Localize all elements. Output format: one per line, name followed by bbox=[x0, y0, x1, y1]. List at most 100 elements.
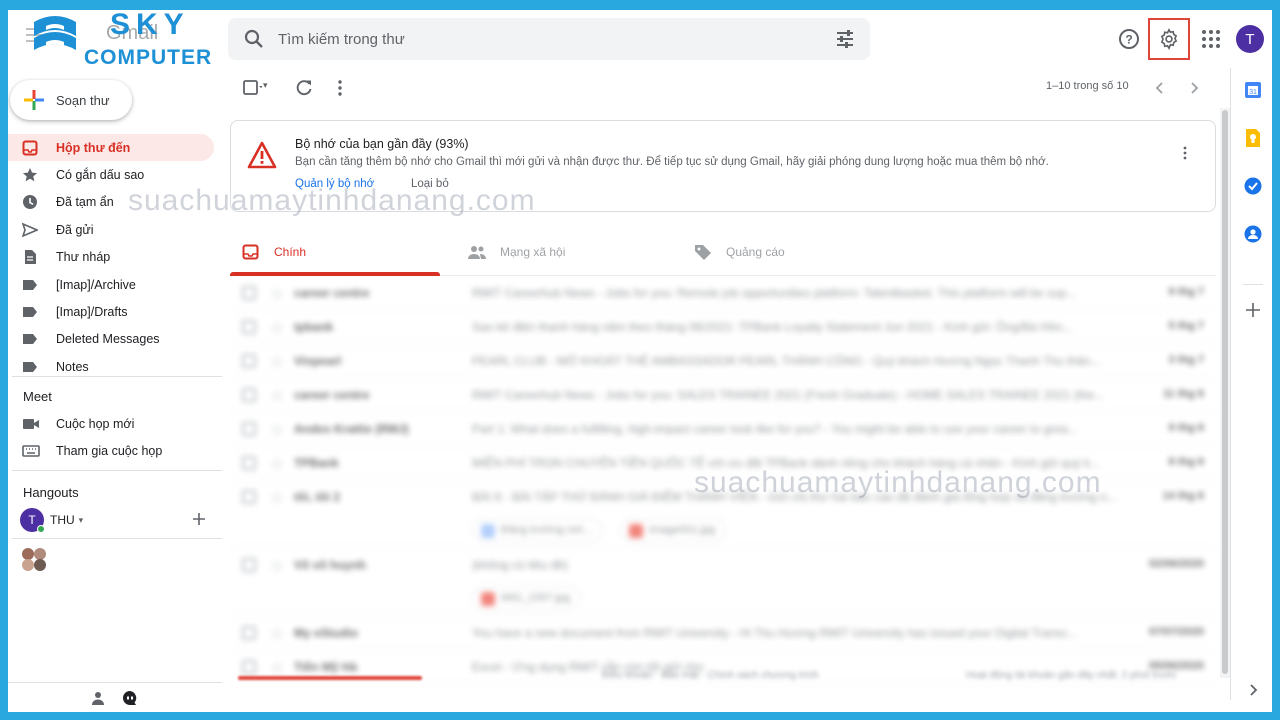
search-options-icon[interactable] bbox=[834, 28, 856, 50]
meet-join-meeting[interactable]: Tham gia cuộc họp bbox=[22, 439, 162, 463]
meet-title: Meet bbox=[23, 389, 52, 404]
compose-button[interactable]: Soạn thư bbox=[10, 80, 132, 120]
help-icon[interactable]: ? bbox=[1116, 26, 1142, 52]
row-checkbox[interactable] bbox=[242, 354, 256, 368]
footer-links[interactable]: Điều khoản · Bảo mật · Chính sách chương… bbox=[602, 670, 819, 681]
chevron-right-icon[interactable] bbox=[1243, 680, 1263, 700]
nav-item-deleted[interactable]: Deleted Messages bbox=[8, 326, 214, 353]
tasks-icon[interactable] bbox=[1243, 176, 1263, 196]
row-checkbox[interactable] bbox=[242, 490, 256, 504]
keyboard-icon bbox=[22, 445, 40, 457]
nav-item-inbox[interactable]: Hộp thư đến bbox=[8, 134, 214, 162]
row-checkbox[interactable] bbox=[242, 626, 256, 640]
add-addon-icon[interactable] bbox=[1243, 300, 1263, 320]
meet-new-meeting[interactable]: Cuộc họp mới bbox=[22, 412, 134, 436]
star-icon[interactable]: ☆ bbox=[270, 454, 284, 474]
side-panel-divider bbox=[1243, 284, 1263, 285]
tab-primary[interactable]: Chính bbox=[242, 228, 306, 276]
nav-label: Hộp thư đến bbox=[56, 140, 131, 155]
contacts-icon[interactable] bbox=[1243, 224, 1263, 244]
row-checkbox[interactable] bbox=[242, 660, 256, 674]
sidebar-divider bbox=[12, 470, 222, 471]
email-row[interactable]: ☆ tpbank Sao kê điện thanh hàng năm theo t… bbox=[230, 310, 1216, 344]
nav-label: [Imap]/Drafts bbox=[56, 305, 128, 320]
tab-label: Mạng xã hội bbox=[500, 245, 566, 259]
attachment-name: Đăng trường nơi... bbox=[501, 524, 592, 536]
label-icon bbox=[23, 334, 37, 345]
nav-item-archive[interactable]: [Imap]/Archive bbox=[8, 271, 214, 298]
nav-item-sent[interactable]: Đã gửi bbox=[8, 216, 214, 243]
nav-label: Notes bbox=[56, 359, 89, 374]
keep-icon[interactable] bbox=[1243, 128, 1263, 148]
hangouts-user-name: THU bbox=[50, 513, 75, 527]
email-row[interactable]: ☆ Võ võ huynh (không có tiêu đề) 02/06/2020… bbox=[230, 548, 1216, 616]
nav-label: Đã tạm ẩn bbox=[56, 195, 114, 210]
group-chat-icon[interactable] bbox=[20, 546, 48, 572]
email-row[interactable]: ☆ Vinpearl PEARL CLUB - MỞ KHOÁT THẺ AMBAS… bbox=[230, 344, 1216, 378]
gear-icon[interactable] bbox=[1158, 28, 1180, 50]
star-icon[interactable]: ☆ bbox=[270, 556, 284, 576]
meet-item-label: Cuộc họp mới bbox=[56, 417, 135, 431]
email-sender: Võ võ huynh bbox=[294, 558, 366, 572]
star-icon[interactable]: ☆ bbox=[270, 420, 284, 440]
attachment-chip[interactable]: image001.jpg bbox=[620, 518, 727, 542]
row-checkbox[interactable] bbox=[242, 320, 256, 334]
star-icon bbox=[22, 168, 38, 182]
hangouts-user[interactable]: T THU ▾ bbox=[20, 508, 84, 533]
star-icon[interactable]: ☆ bbox=[270, 658, 284, 678]
select-dropdown-chevron-icon[interactable]: ▾ bbox=[263, 80, 268, 91]
email-row[interactable]: ☆ My eStudio You have a new document from … bbox=[230, 616, 1216, 650]
row-checkbox[interactable] bbox=[242, 456, 256, 470]
add-contact-icon[interactable] bbox=[192, 512, 206, 526]
sidebar-bottom-bar bbox=[8, 682, 222, 690]
star-icon[interactable]: ☆ bbox=[270, 624, 284, 644]
calendar-icon[interactable]: 31 bbox=[1243, 80, 1263, 100]
chevron-right-icon[interactable] bbox=[1184, 78, 1204, 98]
row-checkbox[interactable] bbox=[242, 558, 256, 572]
scrollbar-thumb[interactable] bbox=[1222, 110, 1228, 674]
row-checkbox[interactable] bbox=[242, 422, 256, 436]
row-checkbox[interactable] bbox=[242, 388, 256, 402]
attachment-name: image001.jpg bbox=[649, 524, 716, 536]
email-row[interactable]: ☆ career centre RMIT Careerhub News - Jobs… bbox=[230, 378, 1216, 412]
tab-social[interactable]: Mạng xã hội bbox=[468, 228, 565, 276]
chat-bubble-icon[interactable] bbox=[122, 690, 138, 706]
nav-item-drafts[interactable]: Thư nháp bbox=[8, 244, 214, 271]
chevron-left-icon[interactable] bbox=[1150, 78, 1170, 98]
account-avatar[interactable]: T bbox=[1236, 25, 1264, 53]
meet-item-label: Tham gia cuộc họp bbox=[56, 444, 163, 458]
settings-button-highlight[interactable] bbox=[1148, 18, 1190, 60]
nav-item-imap-drafts[interactable]: [Imap]/Drafts bbox=[8, 298, 214, 325]
tab-promotions[interactable]: Quảng cáo bbox=[694, 228, 785, 276]
email-sender: career centre bbox=[294, 388, 370, 402]
search-input[interactable]: Tìm kiếm trong thư bbox=[278, 31, 405, 48]
more-vert-icon[interactable] bbox=[1177, 145, 1193, 161]
email-row[interactable]: ☆ Andes Krattie (RMJ) Part 1: What does a … bbox=[230, 412, 1216, 446]
chevron-down-icon[interactable]: ▾ bbox=[79, 515, 84, 526]
star-icon[interactable]: ☆ bbox=[270, 318, 284, 338]
star-icon[interactable]: ☆ bbox=[270, 386, 284, 406]
email-sender: TPBank bbox=[294, 456, 339, 470]
attachment-name: IMG_1597.jpg bbox=[501, 592, 571, 604]
person-icon[interactable] bbox=[90, 690, 106, 706]
search-bar[interactable]: Tìm kiếm trong thư bbox=[228, 18, 870, 60]
search-icon[interactable] bbox=[242, 27, 266, 51]
more-vert-icon[interactable] bbox=[330, 78, 350, 98]
refresh-icon[interactable] bbox=[294, 78, 314, 98]
select-all-checkbox[interactable] bbox=[242, 78, 262, 98]
star-icon[interactable]: ☆ bbox=[270, 488, 284, 508]
tag-icon bbox=[695, 245, 711, 260]
attachment-chip[interactable]: Đăng trường nơi... bbox=[472, 518, 603, 542]
footer-activity: Hoạt động tài khoản gần đây nhất: 2 phút… bbox=[966, 670, 1177, 681]
tab-label: Chính bbox=[274, 245, 307, 259]
row-checkbox[interactable] bbox=[242, 286, 256, 300]
star-icon[interactable]: ☆ bbox=[270, 284, 284, 304]
main-scrollbar[interactable] bbox=[1220, 108, 1230, 678]
email-subject: (không có tiêu đề) bbox=[472, 558, 569, 572]
star-icon[interactable]: ☆ bbox=[270, 352, 284, 372]
attachment-chip[interactable]: IMG_1597.jpg bbox=[472, 586, 582, 610]
email-row[interactable]: ☆ career centre RMIT Careerhub News - Jobs… bbox=[230, 276, 1216, 310]
email-date: 11 thg 6 bbox=[1163, 388, 1204, 400]
inbox-icon bbox=[22, 140, 38, 156]
apps-grid-icon[interactable] bbox=[1198, 26, 1224, 52]
